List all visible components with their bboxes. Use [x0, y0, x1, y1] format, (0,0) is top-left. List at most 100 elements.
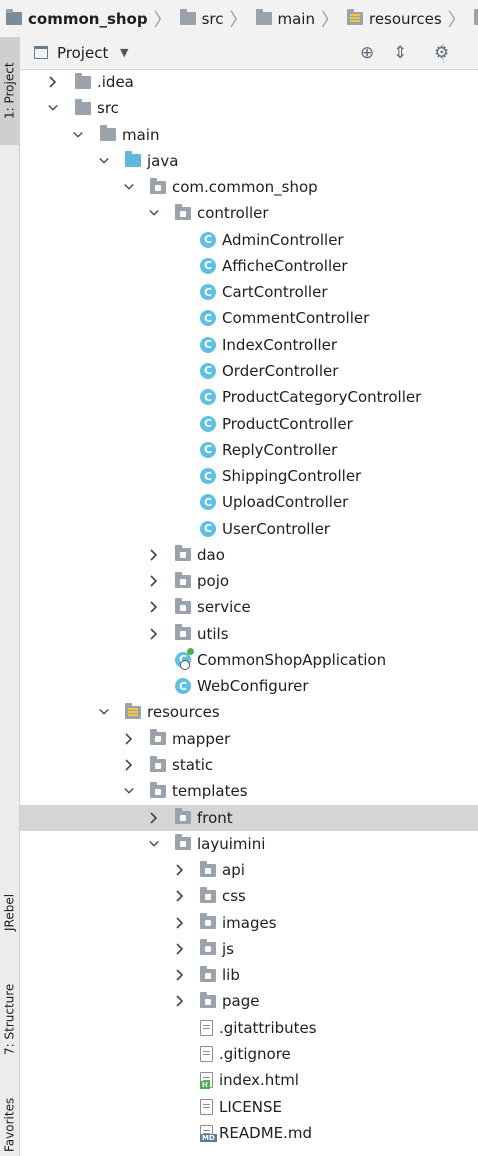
tree-row[interactable]: utils — [20, 621, 478, 647]
chevron-right-icon[interactable] — [149, 811, 159, 824]
java-class-icon: C — [200, 494, 216, 511]
tree-row[interactable]: C CommentController — [20, 305, 478, 331]
chevron-down-icon[interactable] — [124, 785, 134, 797]
project-tree[interactable]: .idea src main java com.common_shop controlle… — [20, 69, 478, 1156]
tree-row[interactable]: main — [20, 122, 478, 148]
breadcrumb-separator-icon: 〉 — [229, 9, 248, 31]
breadcrumb-separator-icon: 〉 — [320, 9, 339, 31]
tool-tab-project[interactable]: 1: Project — [0, 37, 19, 145]
chevron-right-icon[interactable] — [149, 575, 159, 587]
tree-row[interactable]: front — [20, 804, 478, 831]
chevron-down-icon[interactable] — [124, 181, 134, 193]
chevron-down-icon[interactable]: ▼ — [120, 46, 128, 59]
package-folder-icon — [200, 939, 216, 956]
tree-row[interactable]: C UserController — [20, 516, 478, 542]
breadcrumb-item-src[interactable]: src — [174, 0, 224, 37]
tree-node: utils — [175, 621, 229, 647]
tree-row[interactable]: controller — [20, 200, 478, 226]
tree-row[interactable]: C AdminController — [20, 227, 478, 253]
tree-row[interactable]: C UploadController — [20, 489, 478, 515]
settings-gear-icon[interactable]: ⚙ — [434, 43, 449, 63]
tree-row[interactable]: api — [20, 857, 478, 883]
tree-row[interactable]: C ShippingController — [20, 463, 478, 489]
tree-node-label: AfficheController — [222, 256, 348, 275]
tree-node-label: css — [222, 887, 246, 906]
chevron-right-icon[interactable] — [124, 759, 134, 771]
package-folder-icon — [175, 597, 191, 614]
chevron-right-icon[interactable] — [175, 995, 185, 1008]
tree-row[interactable]: templates — [20, 778, 478, 804]
tree-row[interactable]: C CartController — [20, 279, 478, 305]
breadcrumb-item-main[interactable]: main — [250, 0, 315, 37]
tree-row[interactable]: LICENSE — [20, 1094, 478, 1120]
chevron-down-icon[interactable] — [149, 207, 159, 219]
tree-row[interactable]: .gitignore — [20, 1041, 478, 1067]
breadcrumb-item-templates[interactable]: templat — [468, 0, 478, 37]
tree-row[interactable]: service — [20, 594, 478, 620]
breadcrumb-label: main — [277, 9, 315, 28]
tree-row[interactable]: dao — [20, 542, 478, 568]
tool-tab-jrebel[interactable]: JRebel — [0, 877, 19, 947]
tree-row[interactable]: .gitattributes — [20, 1015, 478, 1041]
chevron-right-icon[interactable] — [149, 628, 159, 640]
chevron-right-icon[interactable] — [175, 890, 185, 902]
java-class-icon: C — [200, 231, 216, 248]
chevron-down-icon[interactable] — [73, 129, 83, 141]
tool-tab-favorites[interactable]: Favorites — [0, 1095, 19, 1155]
tree-row[interactable]: com.common_shop — [20, 174, 478, 200]
tree-row[interactable]: C ProductCategoryController — [20, 384, 478, 410]
resources-folder-icon — [346, 9, 363, 25]
chevron-down-icon[interactable] — [98, 155, 109, 167]
tree-row[interactable]: C AfficheController — [20, 253, 478, 279]
tree-row[interactable]: MD README.md — [20, 1120, 478, 1146]
chevron-down-icon[interactable] — [149, 838, 159, 850]
tree-row[interactable]: pojo — [20, 568, 478, 594]
tree-row[interactable]: Hindex.html — [20, 1067, 478, 1093]
chevron-down-icon[interactable] — [48, 102, 58, 114]
chevron-right-icon[interactable] — [149, 549, 159, 561]
breadcrumb-item-project[interactable]: common_shop — [0, 0, 148, 37]
tree-row[interactable]: src — [20, 95, 478, 121]
tree-row[interactable]: js — [20, 936, 478, 962]
tree-node: dao — [175, 542, 225, 568]
tool-tab-structure[interactable]: 7: Structure — [0, 969, 19, 1069]
tree-row[interactable]: resources — [20, 699, 478, 725]
chevron-down-icon[interactable] — [98, 706, 109, 718]
tree-row[interactable]: CCommonShopApplication — [20, 647, 478, 673]
chevron-right-icon[interactable] — [175, 864, 185, 876]
tree-row[interactable]: static — [20, 752, 478, 778]
folder-icon — [100, 125, 116, 142]
java-class-icon: C — [200, 310, 216, 327]
chevron-right-icon[interactable] — [175, 917, 185, 929]
locate-icon[interactable]: ⊕ — [360, 43, 374, 63]
chevron-right-icon[interactable] — [124, 733, 134, 745]
chevron-right-icon[interactable] — [48, 76, 58, 88]
tool-tab-label: JRebel — [2, 893, 17, 931]
tree-row[interactable]: C IndexController — [20, 332, 478, 358]
chevron-right-icon[interactable] — [149, 601, 159, 613]
chevron-right-icon[interactable] — [175, 943, 185, 955]
collapse-all-icon[interactable]: ⇕ — [393, 43, 407, 63]
tree-node-label: front — [197, 808, 233, 827]
tree-row[interactable]: C ReplyController — [20, 437, 478, 463]
tree-row[interactable]: mapper — [20, 726, 478, 752]
tree-row[interactable]: page — [20, 988, 478, 1014]
tree-node-label: OrderController — [222, 361, 339, 380]
text-file-icon — [200, 1098, 213, 1115]
tree-row[interactable]: C OrderController — [20, 358, 478, 384]
package-folder-icon — [200, 965, 216, 982]
java-class-icon: C — [200, 362, 216, 379]
panel-title[interactable]: Project — [57, 44, 108, 62]
breadcrumb-item-resources[interactable]: resources — [341, 0, 442, 37]
tree-row[interactable]: .idea — [20, 69, 478, 95]
tree-row[interactable]: C ProductController — [20, 411, 478, 437]
tree-row[interactable]: C WebConfigurer — [20, 673, 478, 699]
java-class-icon: C — [200, 284, 216, 301]
tree-row[interactable]: layuimini — [20, 831, 478, 857]
chevron-right-icon[interactable] — [175, 969, 185, 981]
tree-node-label: controller — [197, 204, 269, 223]
tree-row[interactable]: css — [20, 883, 478, 909]
tree-row[interactable]: lib — [20, 962, 478, 988]
tree-row[interactable]: images — [20, 910, 478, 936]
tree-row[interactable]: java — [20, 148, 478, 174]
